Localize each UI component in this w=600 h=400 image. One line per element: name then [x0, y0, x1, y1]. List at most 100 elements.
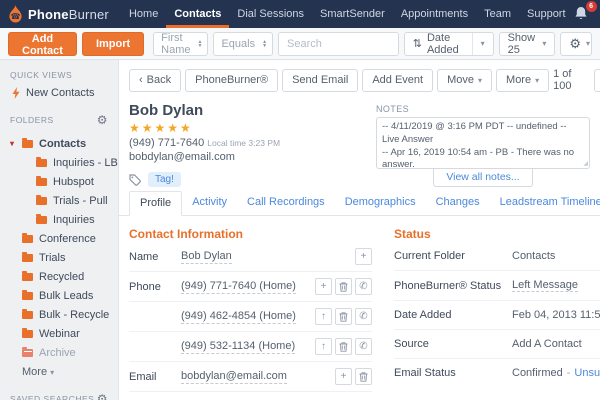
folder-recycled[interactable]: Recycled [10, 267, 118, 286]
folder-webinar[interactable]: Webinar [10, 324, 118, 343]
folder-bulk-recycle[interactable]: Bulk - Recycle [10, 305, 118, 324]
status-row: PhoneBurner® Status Left Message [394, 271, 600, 301]
delete-phone-button[interactable] [335, 278, 352, 295]
note-line: -- Apr 16, 2019 10:54 am - PB - There wa… [382, 147, 584, 169]
tag-icon[interactable] [129, 174, 141, 186]
call-phone-button[interactable]: ✆ [355, 308, 372, 325]
folder-hubspot[interactable]: Hubspot [10, 172, 118, 191]
send-email-button[interactable]: Send Email [282, 69, 358, 92]
folders-more-button[interactable]: More ▾ [22, 366, 118, 378]
notifications-bell-button[interactable]: 6 [574, 6, 590, 22]
view-all-notes-button[interactable]: View all notes... [433, 169, 532, 187]
name-row: Name Bob Dylan + [129, 242, 372, 272]
trash-icon [339, 282, 348, 292]
address-row: Address 999 Corporate Drive Suite #255 L… [129, 392, 372, 400]
source-value: Add A Contact [512, 338, 582, 350]
folder-icon [22, 235, 33, 243]
folder-inquiries[interactable]: Inquiries [10, 210, 118, 229]
sidebar: QUICK VIEWS New Contacts FOLDERS ⚙ ▾ Con… [0, 60, 118, 400]
add-phone-button[interactable]: + [315, 278, 332, 295]
folder-icon [22, 330, 33, 338]
status-row: Email Status Confirmed - Unsubscribe [394, 359, 600, 387]
sidebar-item-new-contacts[interactable]: New Contacts [12, 87, 118, 99]
sort-by-button[interactable]: ⇅ Date Added [405, 33, 472, 55]
phone-row: (949) 462-4854 (Home) ↑ ✆ [129, 302, 372, 332]
phone-value[interactable]: (949) 462-4854 (Home) [181, 309, 296, 324]
email-value[interactable]: bobdylan@email.com [181, 369, 287, 384]
show-count-select[interactable]: Show 25 ▾ [499, 32, 556, 56]
contact-phone: (949) 771-7640 [129, 137, 204, 149]
nav-item-dial-sessions[interactable]: Dial Sessions [229, 0, 312, 28]
folder-conference[interactable]: Conference [10, 229, 118, 248]
delete-phone-button[interactable] [335, 308, 352, 325]
call-phone-button[interactable]: ✆ [355, 278, 372, 295]
contact-information-section: Contact Information Name Bob Dylan + Pho… [129, 216, 372, 400]
folder-trials-pull[interactable]: Trials - Pull [10, 191, 118, 210]
back-button[interactable]: ‹Back [129, 69, 181, 92]
add-name-button[interactable]: + [355, 248, 372, 265]
search-input[interactable] [279, 33, 399, 55]
prev-button[interactable]: Prev [595, 70, 600, 91]
add-contact-button[interactable]: Add Contact [8, 32, 77, 56]
tab-changes[interactable]: Changes [426, 191, 490, 215]
saved-searches-gear-icon[interactable]: ⚙ [97, 392, 108, 400]
phone-value[interactable]: (949) 532-1134 (Home) [181, 339, 295, 354]
import-button[interactable]: Import [82, 32, 144, 56]
brand-logo[interactable]: ☎ PhoneBurner [8, 5, 109, 24]
move-button[interactable]: Move▾ [437, 69, 492, 92]
caret-down-icon: ▾ [50, 368, 54, 377]
sort-icon: ⇅ [413, 37, 422, 50]
folder-icon [22, 311, 33, 319]
delete-phone-button[interactable] [335, 338, 352, 355]
tree-expand-caret-icon[interactable]: ▾ [10, 139, 14, 148]
nav-item-home[interactable]: Home [121, 0, 166, 28]
more-button[interactable]: More▾ [496, 69, 549, 92]
date-added-value: Feb 04, 2013 11:57 am [512, 309, 600, 321]
tab-leadstream-timeline[interactable]: Leadstream Timeline [490, 191, 600, 215]
folder-icon [36, 159, 47, 167]
svg-text:☎: ☎ [11, 12, 21, 21]
sort-direction-button[interactable]: ▾ [472, 33, 493, 55]
folder-contacts[interactable]: ▾ Contacts [10, 134, 118, 153]
tab-profile[interactable]: Profile [129, 191, 182, 216]
notes-textarea[interactable]: -- 4/11/2019 @ 3:16 PM PDT -- undefined … [376, 117, 590, 169]
delete-email-button[interactable] [355, 368, 372, 385]
add-event-button[interactable]: Add Event [362, 69, 433, 92]
tab-demographics[interactable]: Demographics [335, 191, 426, 215]
name-value[interactable]: Bob Dylan [181, 249, 232, 264]
folder-icon [36, 197, 47, 205]
caret-down-icon: ▾ [535, 76, 539, 85]
nav-item-smartsender[interactable]: SmartSender [312, 0, 393, 28]
operator-select[interactable]: Equals ▲▼ [213, 32, 273, 56]
nav-item-appointments[interactable]: Appointments [393, 0, 476, 28]
tab-activity[interactable]: Activity [182, 191, 237, 215]
bell-badge: 6 [586, 1, 597, 12]
caret-down-icon: ▾ [478, 76, 482, 85]
nav-item-support[interactable]: Support [519, 0, 574, 28]
nav-item-team[interactable]: Team [476, 0, 519, 28]
folders-gear-icon[interactable]: ⚙ [97, 113, 108, 127]
unsubscribe-link[interactable]: Unsubscribe [574, 367, 600, 379]
nav-item-contacts[interactable]: Contacts [166, 0, 229, 28]
folder-archive[interactable]: Archive [10, 343, 118, 362]
folder-trials[interactable]: Trials [10, 248, 118, 267]
call-phone-button[interactable]: ✆ [355, 338, 372, 355]
back-arrow-icon: ‹ [139, 74, 143, 86]
promote-phone-button[interactable]: ↑ [315, 338, 332, 355]
add-email-button[interactable]: + [335, 368, 352, 385]
phoneburner-dial-button[interactable]: PhoneBurner® [185, 69, 278, 92]
lightning-icon [12, 87, 20, 99]
folder-bulk-leads[interactable]: Bulk Leads [10, 286, 118, 305]
star-rating[interactable]: ★★★★★ [129, 121, 376, 135]
caret-down-icon: ▾ [481, 39, 485, 48]
promote-phone-button[interactable]: ↑ [315, 308, 332, 325]
phoneburner-status-value[interactable]: Left Message [512, 279, 578, 292]
phone-value[interactable]: (949) 771-7640 (Home) [181, 279, 296, 294]
tab-call-recordings[interactable]: Call Recordings [237, 191, 335, 215]
settings-button[interactable]: ⚙ ▾ [560, 32, 592, 56]
phone-row: (949) 532-1134 (Home) ↑ ✆ [129, 332, 372, 362]
field-select[interactable]: First Name ▲▼ [153, 32, 208, 56]
folders-header: FOLDERS ⚙ [10, 113, 118, 127]
tag-badge[interactable]: Tag! [148, 172, 181, 187]
folder-inquiries-lb[interactable]: Inquiries - LB [10, 153, 118, 172]
